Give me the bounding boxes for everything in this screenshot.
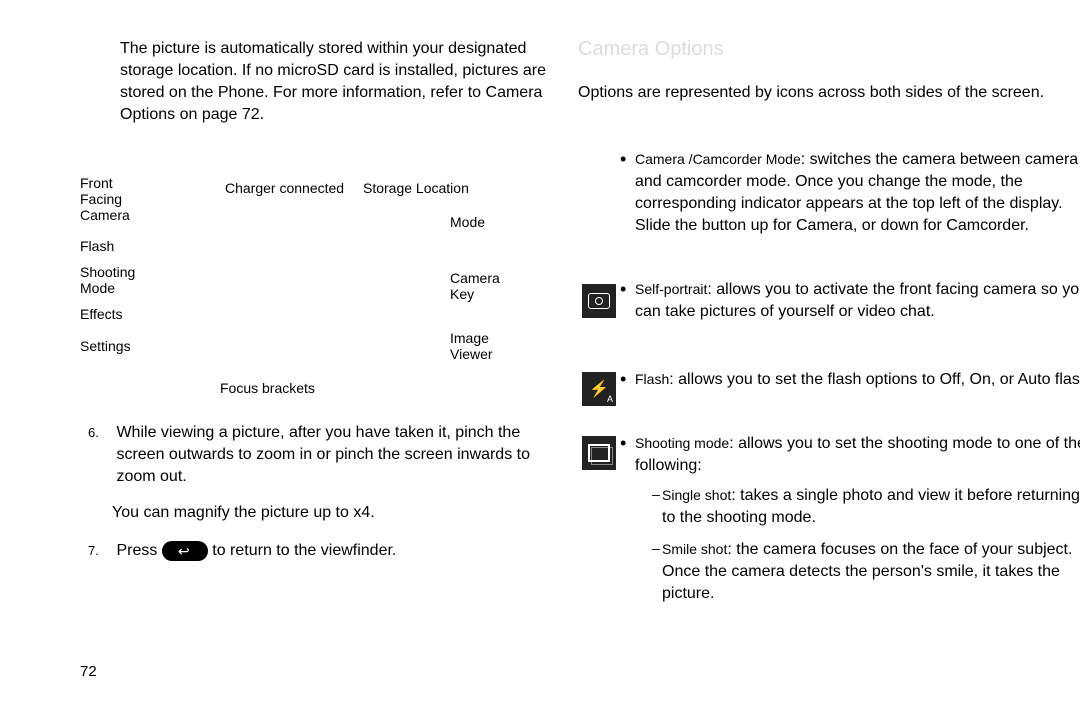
- left-intro-paragraph: The picture is automatically stored with…: [120, 38, 560, 126]
- step-7-text: Press to return to the viewfinder.: [116, 540, 556, 562]
- diagram-label-image-viewer: Image Viewer: [450, 330, 510, 362]
- diagram-label-flash: Flash: [80, 238, 114, 254]
- diagram-label-front-camera: Front Facing Camera: [80, 175, 140, 223]
- page: The picture is automatically stored with…: [0, 0, 1080, 720]
- shooting-mode-icon: [582, 436, 616, 470]
- back-icon: [162, 541, 208, 561]
- bullet-icon: •: [620, 368, 626, 390]
- option-camera-mode: Camera /Camcorder Mode: switches the cam…: [635, 148, 1080, 237]
- section-title-camera-options: Camera Options: [578, 38, 724, 61]
- suboption-single-shot: Single shot: takes a single photo and vi…: [662, 484, 1080, 529]
- self-portrait-icon: [582, 284, 616, 318]
- option-flash: Flash: allows you to set the flash optio…: [635, 368, 1080, 391]
- diagram-label-charger: Charger connected: [225, 180, 344, 196]
- diagram-label-settings: Settings: [80, 338, 131, 354]
- option-shooting-mode: Shooting mode: allows you to set the sho…: [635, 432, 1080, 477]
- diagram-label-effects: Effects: [80, 306, 123, 322]
- diagram-label-storage: Storage Location: [363, 180, 469, 196]
- bullet-icon: •: [620, 278, 626, 300]
- step-7: 7. Press to return to the viewfinder.: [88, 540, 556, 562]
- bullet-icon: •: [620, 148, 626, 170]
- suboption-smile-shot: Smile shot: the camera focuses on the fa…: [662, 538, 1080, 605]
- diagram-label-camera-key: Camera Key: [450, 270, 514, 302]
- diagram-label-focus: Focus brackets: [220, 380, 315, 396]
- step-6-number: 6.: [88, 422, 112, 444]
- right-intro-paragraph: Options are represented by icons across …: [578, 82, 1078, 104]
- dash-icon: –: [652, 540, 660, 556]
- page-number: 72: [80, 663, 97, 680]
- flash-icon: A: [582, 372, 616, 406]
- dash-icon: –: [652, 486, 660, 502]
- bullet-icon: •: [620, 432, 626, 454]
- diagram-label-shooting-mode: Shooting Mode: [80, 264, 160, 296]
- step-6-text: While viewing a picture, after you have …: [116, 422, 556, 488]
- diagram-label-mode: Mode: [450, 214, 485, 230]
- step-6: 6. While viewing a picture, after you ha…: [88, 422, 556, 488]
- step-6-subtext: You can magnify the picture up to x4.: [112, 502, 552, 524]
- option-self-portrait: Self-portrait: allows you to activate th…: [635, 278, 1080, 323]
- step-7-number: 7.: [88, 540, 112, 562]
